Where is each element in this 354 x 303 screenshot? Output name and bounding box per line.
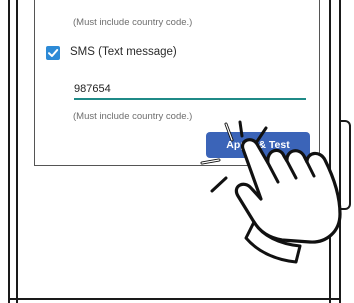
tapping-hand-icon [200,120,342,264]
